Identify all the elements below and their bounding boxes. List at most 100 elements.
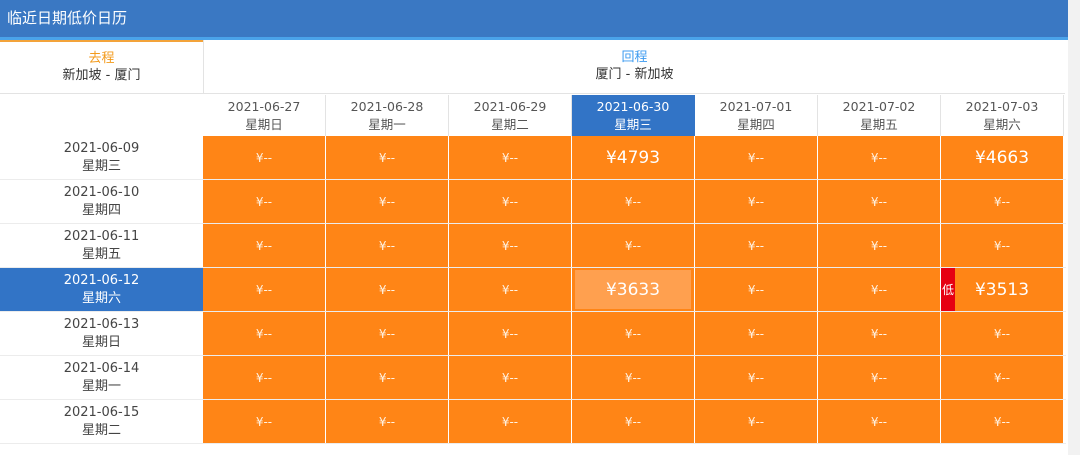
price-cell[interactable]: ¥-- [326,136,448,179]
price-cell[interactable]: ¥-- [326,224,448,267]
price-cell[interactable]: ¥-- [818,136,940,179]
price-value: ¥3633 [605,279,661,300]
price-cell[interactable]: ¥3513 低 [941,268,1063,311]
departure-date-header[interactable]: 2021-06-12 星期六 [0,268,203,311]
price-value: ¥-- [870,414,888,429]
price-cell[interactable]: ¥4663 [941,136,1063,179]
price-value: ¥-- [993,414,1011,429]
price-cell[interactable]: ¥-- [326,180,448,223]
price-value: ¥-- [747,150,765,165]
price-cell[interactable]: ¥-- [818,400,940,443]
price-cell[interactable]: ¥-- [695,400,817,443]
price-cell[interactable]: ¥-- [203,312,325,355]
price-value: ¥-- [378,150,396,165]
departure-date-header[interactable]: 2021-06-15 星期二 [0,400,203,443]
price-cell[interactable]: ¥-- [941,224,1063,267]
price-value: ¥-- [624,326,642,341]
price-value: ¥-- [747,326,765,341]
return-date-header[interactable]: 2021-06-27 星期日 [203,95,326,136]
price-cell[interactable]: ¥-- [449,224,571,267]
price-cell[interactable]: ¥-- [203,400,325,443]
price-cell[interactable]: ¥-- [818,312,940,355]
price-cell[interactable]: ¥-- [203,224,325,267]
price-cell[interactable]: ¥-- [203,136,325,179]
price-cell[interactable]: ¥-- [203,180,325,223]
departure-date-header[interactable]: 2021-06-14 星期一 [0,356,203,399]
price-cell[interactable]: ¥-- [326,356,448,399]
price-cell[interactable]: ¥-- [695,136,817,179]
price-cell[interactable]: ¥-- [818,268,940,311]
price-cell[interactable]: ¥-- [572,224,694,267]
price-cell[interactable]: ¥-- [695,224,817,267]
return-date-header[interactable]: 2021-06-30 星期三 [572,95,695,136]
price-value: ¥-- [501,150,519,165]
return-date-header[interactable]: 2021-07-01 星期四 [695,95,818,136]
price-value: ¥-- [624,414,642,429]
scrollbar[interactable] [1068,0,1080,455]
price-cell[interactable]: ¥-- [449,268,571,311]
price-cell[interactable]: ¥-- [449,136,571,179]
price-cell[interactable]: ¥-- [572,356,694,399]
departure-weekday: 星期二 [81,423,121,438]
return-date-header[interactable]: 2021-07-03 星期六 [941,95,1064,136]
column-header-row: 2021-06-27 星期日 2021-06-28 星期一 2021-06-29 星期二 2… [0,95,1066,136]
return-date-header[interactable]: 2021-06-29 星期二 [449,95,572,136]
price-cell[interactable]: ¥-- [572,400,694,443]
price-value: ¥3513 [974,279,1030,300]
departure-date-header[interactable]: 2021-06-09 星期三 [0,136,203,179]
price-cell[interactable]: ¥-- [941,400,1063,443]
departure-date: 2021-06-15 [63,405,140,420]
price-cell[interactable]: ¥-- [695,268,817,311]
price-value: ¥-- [747,238,765,253]
price-cell[interactable]: ¥-- [326,312,448,355]
departure-date-header[interactable]: 2021-06-13 星期日 [0,312,203,355]
price-cell[interactable]: ¥-- [941,180,1063,223]
price-cell[interactable]: ¥-- [326,268,448,311]
departure-date-header[interactable]: 2021-06-10 星期四 [0,180,203,223]
selected-price-highlight: ¥3633 [575,270,691,309]
return-weekday: 星期四 [737,117,775,132]
price-cell[interactable]: ¥-- [449,312,571,355]
return-date-header[interactable]: 2021-06-28 星期一 [326,95,449,136]
price-cell[interactable]: ¥-- [695,180,817,223]
price-cell[interactable]: ¥-- [818,356,940,399]
departure-date-header[interactable]: 2021-06-11 星期五 [0,224,203,267]
price-cell[interactable]: ¥-- [449,400,571,443]
price-cell[interactable]: ¥4793 [572,136,694,179]
price-value: ¥-- [255,194,273,209]
departure-weekday: 星期六 [81,291,121,306]
departure-date: 2021-06-11 [63,229,140,244]
price-value: ¥-- [378,238,396,253]
return-date: 2021-07-03 [965,99,1039,114]
price-value: ¥-- [993,194,1011,209]
price-value: ¥-- [870,194,888,209]
price-cell[interactable]: ¥-- [203,268,325,311]
price-value: ¥-- [747,282,765,297]
price-value: ¥-- [747,414,765,429]
return-date: 2021-06-29 [473,99,547,114]
return-weekday: 星期日 [245,117,283,132]
price-value: ¥-- [501,282,519,297]
table-row: 2021-06-15 星期二 ¥-- ¥-- ¥-- ¥-- ¥-- ¥-- ¥-- [0,400,1066,444]
price-cell[interactable]: ¥-- [572,312,694,355]
price-value: ¥-- [501,238,519,253]
price-cell[interactable]: ¥-- [449,180,571,223]
price-cell[interactable]: ¥-- [818,224,940,267]
price-cell[interactable]: ¥-- [941,356,1063,399]
price-value: ¥-- [255,370,273,385]
departure-weekday: 星期日 [81,335,121,350]
title-bar: 临近日期低价日历 [0,0,1068,40]
price-cell[interactable]: ¥-- [326,400,448,443]
price-cell[interactable]: ¥-- [818,180,940,223]
return-date-header[interactable]: 2021-07-02 星期五 [818,95,941,136]
price-cell[interactable]: ¥-- [203,356,325,399]
price-calendar: 2021-06-27 星期日 2021-06-28 星期一 2021-06-29 星期二 2… [0,95,1066,444]
price-value: ¥-- [624,238,642,253]
price-cell[interactable]: ¥3633 [572,268,694,311]
price-cell[interactable]: ¥-- [941,312,1063,355]
price-cell[interactable]: ¥-- [449,356,571,399]
price-cell[interactable]: ¥-- [572,180,694,223]
price-cell[interactable]: ¥-- [695,312,817,355]
return-route: 厦门 - 新加坡 [595,67,674,82]
price-cell[interactable]: ¥-- [695,356,817,399]
